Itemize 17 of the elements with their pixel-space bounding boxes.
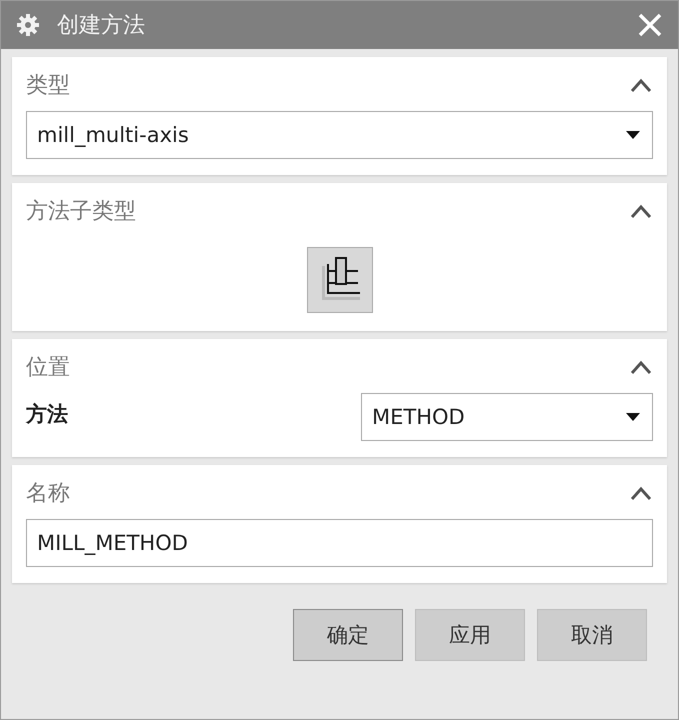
section-title: 名称	[26, 480, 70, 508]
method-dropdown[interactable]: METHOD	[361, 393, 653, 441]
dropdown-arrow-icon	[626, 131, 640, 139]
close-button[interactable]	[636, 11, 664, 39]
dialog-button[interactable]: 确定	[293, 609, 403, 661]
section-title: 类型	[26, 72, 70, 100]
section-title: 位置	[26, 354, 70, 382]
window-title: 创建方法	[57, 12, 146, 40]
type-dropdown[interactable]: mill_multi-axis	[26, 111, 653, 159]
subtype-button[interactable]	[306, 247, 372, 313]
settings-icon	[17, 14, 39, 36]
section-title: 方法子类型	[26, 198, 136, 226]
field-label: 方法	[26, 401, 68, 428]
dialog-button[interactable]: 应用	[415, 609, 525, 661]
dialog-button[interactable]: 取消	[537, 609, 647, 661]
name-input[interactable]: MILL_METHOD	[26, 519, 653, 567]
dropdown-arrow-icon	[626, 413, 640, 421]
